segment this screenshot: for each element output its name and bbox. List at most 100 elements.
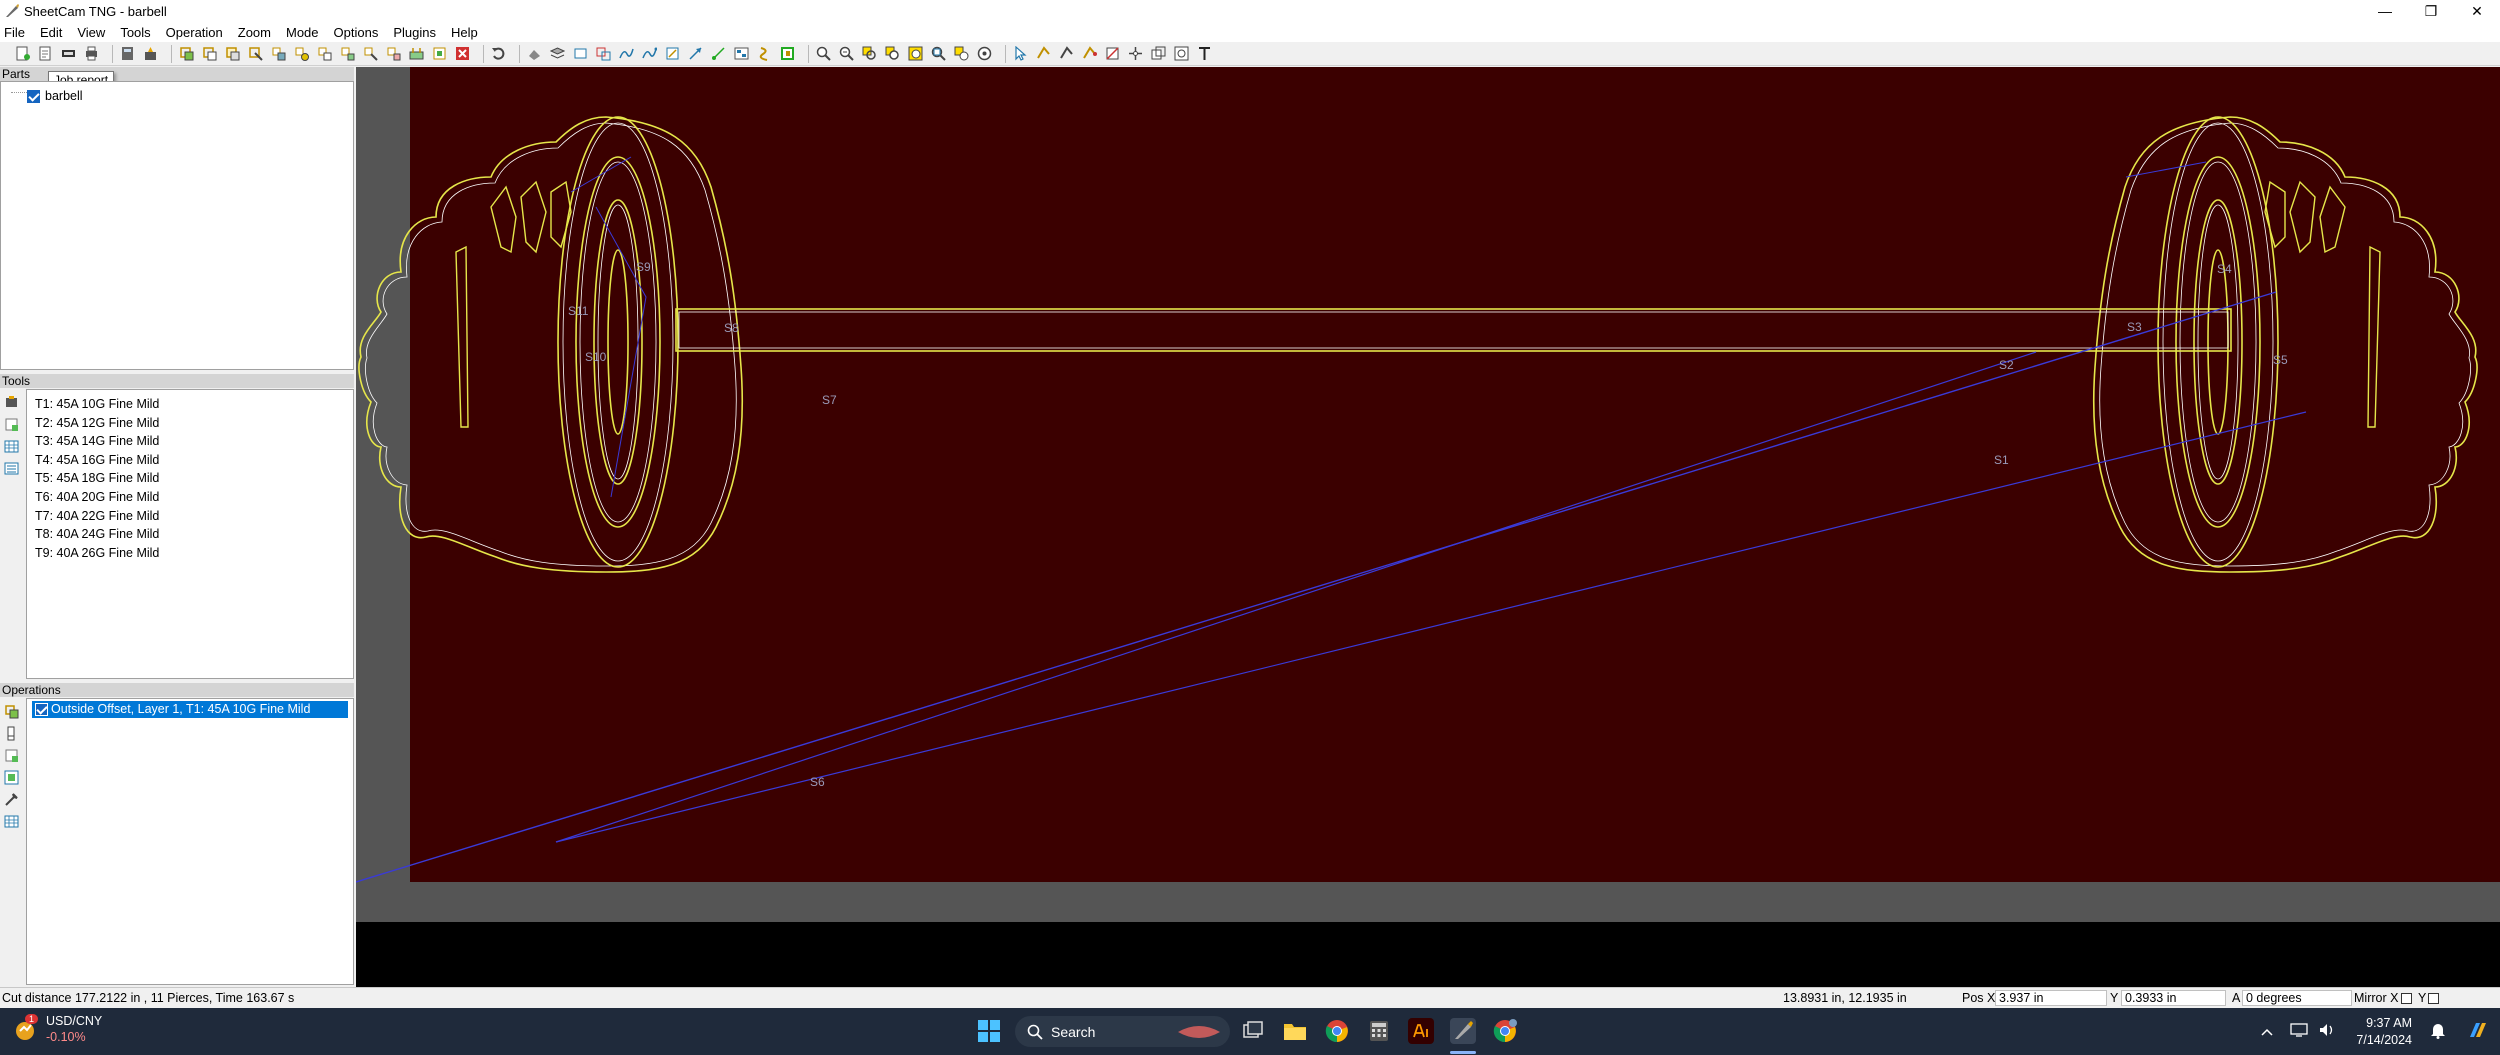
undo-icon[interactable] (490, 45, 507, 62)
operation-icon-2[interactable] (201, 45, 218, 62)
edit-operation-icon[interactable] (2, 724, 20, 742)
tool-item-t5[interactable]: T5: 45A 18G Fine Mild (27, 469, 353, 488)
layers-icon[interactable] (549, 45, 566, 62)
operation-icon-7[interactable] (316, 45, 333, 62)
zoom-selection-icon[interactable] (953, 45, 970, 62)
widget-ticker[interactable]: 1 USD/CNY -0.10% (12, 1013, 102, 1045)
operation-tools-icon[interactable] (2, 790, 20, 808)
part-checkbox[interactable] (27, 90, 40, 104)
print-icon[interactable] (83, 45, 100, 62)
text-tool-icon[interactable] (1196, 45, 1213, 62)
delete-operation-icon[interactable] (454, 45, 471, 62)
illustrator-icon[interactable] (1408, 1018, 1434, 1044)
show-numbers-icon[interactable] (733, 45, 750, 62)
toolpath-drawing[interactable] (356, 67, 2500, 922)
show-start-icon[interactable] (710, 45, 727, 62)
operation-drill-icon[interactable] (2, 768, 20, 786)
operation-checkbox[interactable] (35, 703, 48, 716)
tool-item-t4[interactable]: T4: 45A 16G Fine Mild (27, 451, 353, 470)
notifications-icon[interactable] (2430, 1021, 2452, 1042)
zoom-in-icon[interactable] (815, 45, 832, 62)
clock[interactable]: 9:37 AM 7/14/2024 (2356, 1015, 2412, 1049)
open-job-icon[interactable] (37, 45, 54, 62)
show-kerf-icon[interactable] (779, 45, 796, 62)
edit-tab-icon[interactable] (1104, 45, 1121, 62)
show-lead-icon[interactable] (641, 45, 658, 62)
minimize-button[interactable]: — (2362, 0, 2408, 22)
chevron-up-icon[interactable] (2254, 1028, 2280, 1036)
network-icon[interactable] (2290, 1022, 2312, 1041)
calculator-app-icon[interactable] (1366, 1018, 1392, 1044)
operation-icon-5[interactable] (270, 45, 287, 62)
operation-label[interactable]: Outside Offset, Layer 1, T1: 45A 10G Fin… (51, 702, 310, 716)
select-pointer-icon[interactable] (1012, 45, 1029, 62)
maximize-button[interactable]: ❐ (2408, 0, 2454, 22)
show-part-icon[interactable] (572, 45, 589, 62)
operation-icon-6[interactable] (293, 45, 310, 62)
add-operation-icon[interactable] (2, 702, 20, 720)
tool-item-t6[interactable]: T6: 40A 20G Fine Mild (27, 488, 353, 507)
operation-icon-9[interactable] (362, 45, 379, 62)
zoom-window-icon[interactable] (861, 45, 878, 62)
nest-icon[interactable] (1173, 45, 1190, 62)
operation-icon-1[interactable] (178, 45, 195, 62)
show-cut-order-icon[interactable] (756, 45, 773, 62)
tool-item-t2[interactable]: T2: 45A 12G Fine Mild (27, 414, 353, 433)
rotate-icon[interactable] (1150, 45, 1167, 62)
view-3d-icon[interactable] (526, 45, 543, 62)
taskbar-search[interactable]: Search (1015, 1016, 1230, 1047)
menu-plugins[interactable]: Plugins (393, 25, 436, 40)
show-direction-icon[interactable] (687, 45, 704, 62)
post-process-icon[interactable] (142, 45, 159, 62)
zoom-extents-icon[interactable] (907, 45, 924, 62)
menu-tools[interactable]: Tools (120, 25, 150, 40)
operation-icon-4[interactable] (247, 45, 264, 62)
show-path-icon[interactable] (595, 45, 612, 62)
show-rapids-icon[interactable] (618, 45, 635, 62)
windows-start-icon[interactable] (976, 1018, 1002, 1044)
menu-help[interactable]: Help (451, 25, 478, 40)
operation-icon-11[interactable] (408, 45, 425, 62)
operation-pocket-icon[interactable] (2, 746, 20, 764)
menu-options[interactable]: Options (334, 25, 379, 40)
edit-tool-icon[interactable] (2, 415, 20, 433)
tool-item-t1[interactable]: T1: 45A 10G Fine Mild (27, 395, 353, 414)
edit-start-icon[interactable] (1035, 45, 1052, 62)
part-label[interactable]: barbell (45, 89, 83, 103)
chrome-icon[interactable] (1324, 1018, 1350, 1044)
operation-icon-8[interactable] (339, 45, 356, 62)
close-button[interactable]: ✕ (2454, 0, 2500, 22)
edit-lead-icon[interactable] (1081, 45, 1098, 62)
zoom-part-icon[interactable] (884, 45, 901, 62)
operation-icon-3[interactable] (224, 45, 241, 62)
new-job-icon[interactable] (14, 45, 31, 62)
move-icon[interactable] (1127, 45, 1144, 62)
show-toolpath-icon[interactable] (664, 45, 681, 62)
mirror-x-checkbox[interactable] (2401, 993, 2412, 1004)
edit-path-icon[interactable] (1058, 45, 1075, 62)
operation-icon-12[interactable] (431, 45, 448, 62)
tool-table-icon[interactable] (2, 437, 20, 455)
operation-table-icon[interactable] (2, 812, 20, 830)
operation-icon-10[interactable] (385, 45, 402, 62)
tool-item-t7[interactable]: T7: 40A 22G Fine Mild (27, 507, 353, 526)
tool-item-t9[interactable]: T9: 40A 26G Fine Mild (27, 544, 353, 563)
file-explorer-icon[interactable] (1282, 1018, 1308, 1044)
copilot-icon[interactable] (2466, 1019, 2492, 1044)
part-item-barbell[interactable]: barbell (27, 88, 83, 104)
menu-edit[interactable]: Edit (40, 25, 62, 40)
menu-view[interactable]: View (77, 25, 105, 40)
tool-item-t3[interactable]: T3: 45A 14G Fine Mild (27, 432, 353, 451)
menu-zoom[interactable]: Zoom (238, 25, 271, 40)
calculator-icon[interactable] (119, 45, 136, 62)
menu-mode[interactable]: Mode (286, 25, 319, 40)
job-report-icon[interactable] (60, 45, 77, 62)
menu-file[interactable]: File (4, 25, 25, 40)
pos-y-field[interactable]: 0.3933 in (2121, 990, 2226, 1006)
menu-operation[interactable]: Operation (166, 25, 223, 40)
zoom-fit-icon[interactable] (930, 45, 947, 62)
task-view-icon[interactable] (1240, 1018, 1266, 1044)
chrome-profile-icon[interactable] (1492, 1018, 1518, 1044)
tool-item-t8[interactable]: T8: 40A 24G Fine Mild (27, 525, 353, 544)
volume-icon[interactable] (2318, 1022, 2340, 1041)
